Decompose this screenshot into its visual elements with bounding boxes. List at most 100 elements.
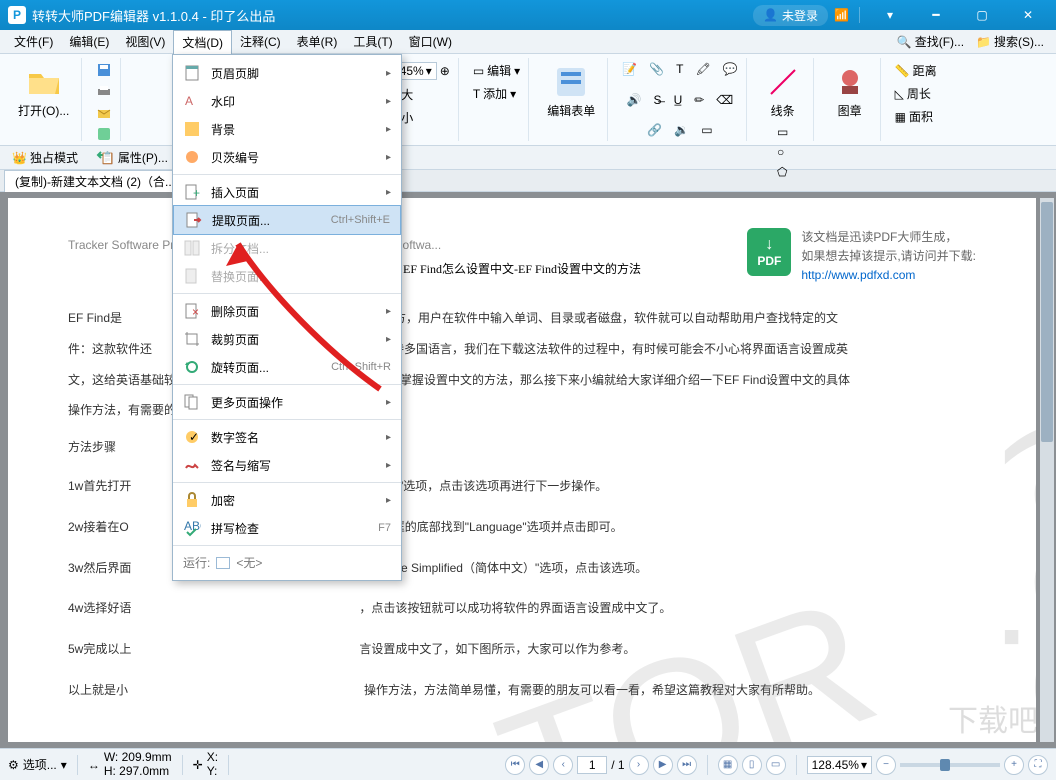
menu-extract-page[interactable]: 提取页面...Ctrl+Shift+E <box>173 205 401 235</box>
attach-icon[interactable]: 📎 <box>645 60 668 78</box>
menu-sign-abbr[interactable]: 签名与缩写▸ <box>173 451 401 479</box>
menu-comment[interactable]: 注释(C) <box>232 30 289 53</box>
menu-more-ops[interactable]: 更多页面操作▸ <box>173 388 401 416</box>
properties-icon: 📋 <box>100 151 115 165</box>
save-button[interactable] <box>92 60 116 80</box>
scrollbar-thumb[interactable] <box>1041 202 1053 442</box>
exclusive-mode-button[interactable]: 👑独占模式 <box>6 147 84 168</box>
callout-icon[interactable]: 💬 <box>719 60 742 78</box>
find-button[interactable]: 🔍 查找(F)... <box>891 31 970 52</box>
pencil-icon[interactable]: ✏ <box>690 91 708 109</box>
underline-icon[interactable]: U̲ <box>670 91 687 109</box>
user-status[interactable]: 👤 未登录 <box>753 5 828 26</box>
circle-icon[interactable]: ○ <box>773 143 792 161</box>
first-page-button[interactable]: ⏮ <box>505 755 525 775</box>
last-page-button[interactable]: ⏭ <box>677 755 697 775</box>
edit-button[interactable]: ▭编辑▾ <box>469 60 524 81</box>
wifi-icon[interactable]: 📶 <box>834 8 849 22</box>
add-button[interactable]: T添加▾ <box>469 83 524 104</box>
prev-button[interactable]: ‹ <box>553 755 573 775</box>
properties-button[interactable]: 📋属性(P)... <box>94 147 174 168</box>
close-button[interactable]: ✕ <box>1008 0 1048 30</box>
strike-icon[interactable]: S̶ <box>650 91 666 109</box>
menu-digital-sign[interactable]: ✓数字签名▸ <box>173 423 401 451</box>
menu-bates[interactable]: 贝茨编号▸ <box>173 143 401 171</box>
menu-encrypt[interactable]: 加密▸ <box>173 486 401 514</box>
exclusive-label: 独占模式 <box>30 149 78 166</box>
text-icon[interactable]: T <box>672 60 687 78</box>
menu-label: 替换页面... <box>211 268 391 285</box>
page-input[interactable] <box>577 756 607 774</box>
menu-file[interactable]: 文件(F) <box>6 30 61 53</box>
search-icon: 📁 <box>976 35 991 49</box>
menu-label: 拼写检查 <box>211 520 368 537</box>
options-button[interactable]: ⚙选项...▾ <box>8 756 67 773</box>
area-icon[interactable]: ▭ <box>697 121 716 139</box>
edit-label: 编辑 <box>487 62 511 79</box>
menu-window[interactable]: 窗口(W) <box>401 30 460 53</box>
watermark-text: sion) <box>974 420 1036 727</box>
zoom-plus-icon[interactable]: ⊕ <box>440 64 450 78</box>
maximize-button[interactable]: ▢ <box>962 0 1002 30</box>
lines-button[interactable]: 线条 <box>757 60 809 123</box>
link-icon[interactable]: 🔗 <box>643 121 666 139</box>
perimeter-button[interactable]: ◺周长 <box>891 83 941 104</box>
menu-replace-page[interactable]: 替换页面... <box>173 262 401 290</box>
menu-tools[interactable]: 工具(T) <box>345 30 400 53</box>
stamp-button[interactable]: 图章 <box>824 60 876 123</box>
highlight-icon[interactable]: 🖍 <box>691 60 714 78</box>
menu-watermark[interactable]: A水印▸ <box>173 87 401 115</box>
zoom-out-button[interactable]: − <box>876 755 896 775</box>
prev-page-button[interactable]: ◀ <box>529 755 549 775</box>
sound-icon[interactable]: 🔊 <box>623 91 646 109</box>
scan-button[interactable] <box>92 124 116 144</box>
next-button[interactable]: › <box>629 755 649 775</box>
menu-spell-check[interactable]: ABC拼写检查F7 <box>173 514 401 542</box>
menu-crop-page[interactable]: 裁剪页面▸ <box>173 325 401 353</box>
note-icon[interactable]: 📝 <box>618 60 641 78</box>
menu-view[interactable]: 视图(V) <box>117 30 173 53</box>
menu-header-footer[interactable]: 页眉页脚▸ <box>173 59 401 87</box>
page-width: W: 209.9mm <box>104 751 172 764</box>
fit-button[interactable]: ⛶ <box>1028 755 1048 775</box>
dropdown-button[interactable]: ▾ <box>870 0 910 30</box>
print-button[interactable] <box>92 82 116 102</box>
document-tab[interactable]: (复制)-新建文本文档 (2)（合... × <box>4 170 199 192</box>
edit-form-button[interactable]: 编辑表单 <box>539 60 603 123</box>
minimize-button[interactable]: ━ <box>916 0 956 30</box>
distance-button[interactable]: 📏距离 <box>891 60 941 81</box>
layout1-button[interactable]: ▦ <box>718 755 738 775</box>
layout2-button[interactable]: ▯ <box>742 755 762 775</box>
menu-label: 旋转页面... <box>211 359 321 376</box>
zoom-handle[interactable] <box>940 759 950 771</box>
eraser-icon[interactable]: ⌫ <box>712 91 737 109</box>
options-label: 选项... <box>23 756 57 773</box>
open-button[interactable]: 打开(O)... <box>10 60 77 123</box>
menu-rotate-page[interactable]: 旋转页面...Ctrl+Shift+R <box>173 353 401 381</box>
email-button[interactable] <box>92 104 116 124</box>
open-label: 打开(O)... <box>18 102 69 119</box>
zoom-display[interactable]: 128.45%▾ <box>807 756 872 774</box>
menu-delete-page[interactable]: ×删除页面▸ <box>173 297 401 325</box>
speaker-icon[interactable]: 🔉 <box>670 121 693 139</box>
menu-background[interactable]: 背景▸ <box>173 115 401 143</box>
run-value: <无> <box>236 554 262 571</box>
polygon-icon[interactable]: ⬠ <box>773 163 792 181</box>
search-button[interactable]: 📁 搜索(S)... <box>970 31 1050 52</box>
menu-form[interactable]: 表单(R) <box>289 30 346 53</box>
rect-icon[interactable]: ▭ <box>773 123 792 141</box>
area-button[interactable]: ▦面积 <box>891 106 941 127</box>
zoom-in-button[interactable]: + <box>1004 755 1024 775</box>
next-page-button[interactable]: ▶ <box>653 755 673 775</box>
menu-insert-page[interactable]: +插入页面▸ <box>173 178 401 206</box>
tool-group-annot: 📝 📎 T 🖍 💬 🔊 S̶ U̲ ✏ ⌫ 🔗 🔉 ▭ <box>614 58 746 141</box>
menu-edit[interactable]: 编辑(E) <box>61 30 117 53</box>
arrow-h-icon: ↔ <box>88 758 100 772</box>
vertical-scrollbar[interactable] <box>1040 198 1054 742</box>
menu-document[interactable]: 文档(D) <box>173 30 232 54</box>
menu-run[interactable]: 运行: <无> <box>173 549 401 576</box>
layout3-button[interactable]: ▭ <box>766 755 786 775</box>
corner-link[interactable]: http://www.pdfxd.com <box>801 266 976 285</box>
zoom-slider[interactable] <box>900 763 1000 767</box>
menu-split-doc[interactable]: 拆分文档... <box>173 234 401 262</box>
